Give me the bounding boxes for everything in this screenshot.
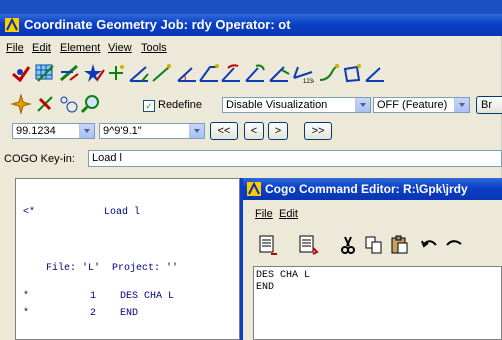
copy-icon[interactable]: [363, 234, 385, 256]
menu-view[interactable]: View: [108, 42, 132, 54]
coordinate-value: 99.1234: [16, 125, 56, 137]
editor-menu-file[interactable]: File: [255, 208, 273, 220]
angle-select[interactable]: 9^9'9.1": [99, 123, 205, 139]
traverse-1234-icon[interactable]: 1234: [292, 62, 314, 84]
editor-title: Cogo Command Editor: R:\Gpk\jrdy: [265, 182, 468, 196]
editor-line: DES CHA L: [256, 270, 311, 281]
keyin-value: Load l: [92, 152, 122, 164]
command-editor-window: Cogo Command Editor: R:\Gpk\jrdy File Ed…: [240, 178, 502, 340]
output-pane: <* Load l File: 'L' Project: '' * 1 DES …: [15, 178, 240, 340]
angle-value: 9^9'9.1": [103, 125, 142, 137]
svg-text:1234: 1234: [303, 79, 314, 84]
output-line: File: 'L' Project: '': [46, 263, 179, 274]
editor-menu-file-label: File: [255, 208, 273, 220]
menu-tools[interactable]: Tools: [141, 42, 167, 54]
spiral-icon[interactable]: [318, 62, 340, 84]
app-icon: [247, 182, 261, 196]
coordinate-select[interactable]: 99.1234: [12, 123, 95, 139]
offset-icon[interactable]: [364, 62, 386, 84]
sparkle-icon[interactable]: [10, 93, 32, 115]
window-title: Coordinate Geometry Job: rdy Operator: o…: [24, 17, 291, 32]
chevron-down-icon[interactable]: [189, 124, 204, 138]
redefine-label: Redefine: [158, 99, 203, 111]
menu-edit-label: Edit: [32, 42, 51, 54]
deflection-icon[interactable]: [198, 62, 220, 84]
app-icon: [5, 18, 19, 32]
visualization-value: Disable Visualization: [226, 99, 328, 111]
paste-icon[interactable]: [389, 234, 411, 256]
redo-icon[interactable]: [443, 234, 465, 256]
no-draw-icon[interactable]: [34, 93, 56, 115]
chevron-down-icon[interactable]: [454, 98, 469, 112]
grid-icon[interactable]: [34, 62, 56, 84]
menu-tools-label: Tools: [141, 42, 167, 54]
last-label: >>: [311, 125, 325, 137]
rectangle-icon[interactable]: [342, 62, 364, 84]
editor-line: END: [256, 282, 275, 293]
keyin-label: COGO Key-in:: [4, 153, 75, 165]
next-label: >: [274, 125, 282, 137]
arc-point-icon[interactable]: [244, 62, 266, 84]
angle-arc-icon[interactable]: [176, 62, 198, 84]
store-point-icon[interactable]: [10, 62, 32, 84]
angle-icon[interactable]: [128, 62, 150, 84]
redefine-checkbox[interactable]: ✓: [143, 100, 155, 112]
star-point-icon[interactable]: [83, 62, 105, 84]
main-title-bar[interactable]: Coordinate Geometry Job: rdy Operator: o…: [0, 14, 502, 36]
traverse-icon[interactable]: [268, 62, 290, 84]
browse-label: Br: [481, 99, 492, 111]
line-edit-icon[interactable]: [58, 62, 80, 84]
menu-file[interactable]: File: [6, 42, 24, 54]
curve-angle-icon[interactable]: [220, 62, 242, 84]
cogo-toolbar: 1234: [0, 58, 502, 88]
output-marker: *: [23, 308, 30, 319]
feature-select[interactable]: OFF (Feature): [373, 97, 470, 113]
menu-file-label: File: [6, 42, 24, 54]
output-line: DES CHA L: [120, 291, 175, 302]
crosshair-icon[interactable]: [106, 62, 128, 84]
editor-menu-edit[interactable]: Edit: [279, 208, 298, 220]
visualization-select[interactable]: Disable Visualization: [222, 97, 371, 113]
menu-edit[interactable]: Edit: [32, 42, 51, 54]
first-label: <<: [217, 125, 231, 137]
taskbar-strip: [0, 0, 502, 14]
previous-label: <: [250, 125, 258, 137]
output-marker: <*: [23, 207, 36, 218]
browse-button[interactable]: Br: [476, 96, 502, 114]
output-line: END: [120, 308, 139, 319]
main-window: Coordinate Geometry Job: rdy Operator: o…: [0, 0, 502, 340]
editor-menu-edit-label: Edit: [279, 208, 298, 220]
bearing-line-icon[interactable]: [150, 62, 172, 84]
next-button[interactable]: >: [268, 122, 288, 140]
menu-view-label: View: [108, 42, 132, 54]
previous-button[interactable]: <: [244, 122, 264, 140]
chevron-down-icon[interactable]: [355, 98, 370, 112]
editor-text-area[interactable]: DES CHA L END: [253, 266, 502, 340]
output-line: Load l: [104, 207, 141, 218]
cut-icon[interactable]: [337, 234, 359, 256]
editor-title-bar[interactable]: Cogo Command Editor: R:\Gpk\jrdy: [243, 178, 502, 200]
keyin-input[interactable]: Load l: [88, 150, 502, 167]
chevron-down-icon[interactable]: [79, 124, 94, 138]
output-line-number: 2: [90, 308, 97, 319]
open-document-icon[interactable]: [297, 234, 319, 256]
menu-element-label: Element: [60, 42, 101, 54]
feature-value: OFF (Feature): [377, 99, 448, 111]
last-button[interactable]: >>: [304, 122, 332, 140]
first-button[interactable]: <<: [210, 122, 238, 140]
new-document-icon[interactable]: [257, 234, 279, 256]
undo-icon[interactable]: [419, 234, 441, 256]
output-line-number: 1: [90, 291, 97, 302]
search-zoom-icon[interactable]: [80, 93, 102, 115]
output-marker: *: [23, 291, 30, 302]
menu-element[interactable]: Element: [60, 42, 100, 54]
linked-circles-icon[interactable]: [58, 93, 80, 115]
